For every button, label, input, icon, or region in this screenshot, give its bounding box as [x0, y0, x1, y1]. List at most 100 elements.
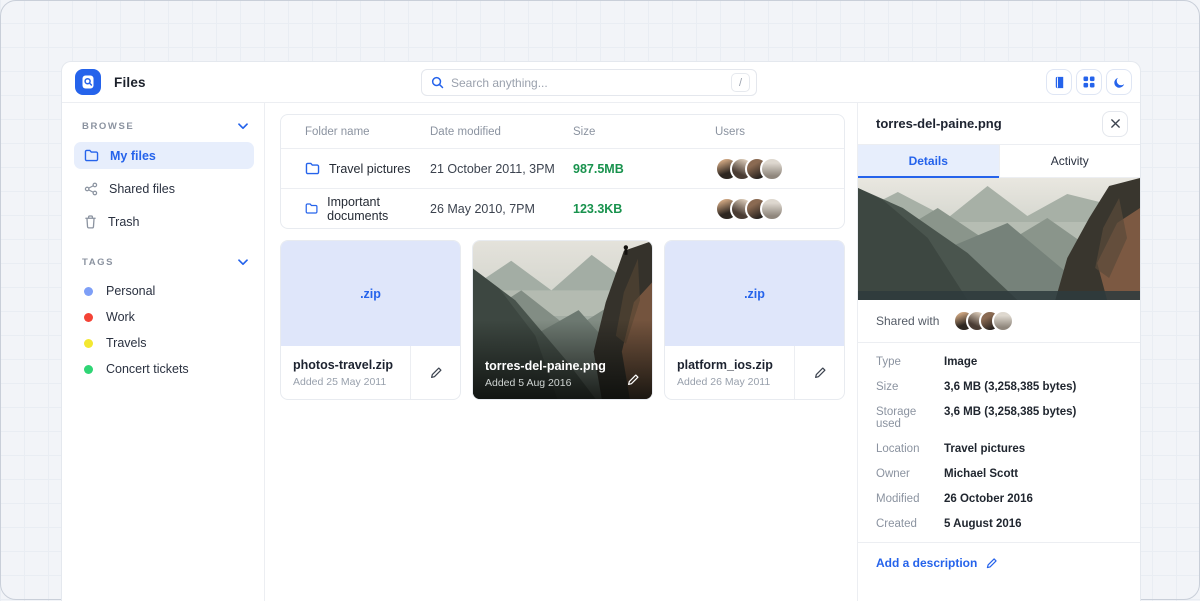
page-title: Files	[114, 75, 146, 90]
file-name: torres-del-paine.png	[485, 359, 626, 373]
avatar	[992, 310, 1014, 332]
date-modified: 26 May 2010, 7PM	[430, 202, 573, 216]
edit-button[interactable]	[794, 346, 844, 399]
tag-color-dot	[84, 365, 93, 374]
sidebar-item-label: Trash	[108, 215, 140, 229]
folder-icon	[84, 149, 99, 162]
detail-row-size: Size 3,6 MB (3,258,385 bytes)	[876, 381, 1122, 393]
tag-color-dot	[84, 339, 93, 348]
table-header-row: Folder name Date modified Size Users	[281, 115, 844, 148]
sidebar-item-trash[interactable]: Trash	[74, 208, 254, 235]
pencil-icon	[985, 557, 998, 570]
tag-color-dot	[84, 313, 93, 322]
column-header: Folder name	[305, 126, 430, 138]
detail-row-location: Location Travel pictures	[876, 443, 1122, 455]
zip-preview: .zip	[665, 241, 844, 346]
detail-row-modified: Modified 26 October 2016	[876, 493, 1122, 505]
topbar-actions	[1046, 69, 1132, 95]
chevron-down-icon[interactable]	[238, 123, 248, 130]
tab-details[interactable]: Details	[858, 145, 999, 178]
tag-color-dot	[84, 287, 93, 296]
file-preview-image	[858, 178, 1140, 300]
folder-name: Travel pictures	[329, 162, 411, 176]
pencil-icon	[626, 373, 640, 387]
folder-size: 987.5MB	[573, 162, 715, 176]
file-name: photos-travel.zip	[293, 358, 398, 372]
file-added-date: Added 26 May 2011	[677, 376, 782, 388]
folder-icon	[305, 202, 318, 215]
detail-row-storage-used: Storage used 3,6 MB (3,258,385 bytes)	[876, 406, 1122, 430]
sidebar: BROWSE My files Shared	[62, 103, 265, 601]
sidebar-section-tags[interactable]: TAGS	[74, 253, 254, 272]
close-icon[interactable]	[1102, 111, 1128, 137]
main-content: Folder name Date modified Size Users Tra…	[265, 103, 857, 601]
detail-row-created: Created 5 August 2016	[876, 518, 1122, 530]
chevron-down-icon[interactable]	[238, 259, 248, 266]
sidebar-section-browse[interactable]: BROWSE	[74, 117, 254, 136]
folders-table: Folder name Date modified Size Users Tra…	[280, 114, 845, 229]
file-added-date: Added 5 Aug 2016	[485, 377, 626, 389]
column-header: Date modified	[430, 126, 573, 138]
date-modified: 21 October 2011, 3PM	[430, 162, 573, 176]
grid-icon[interactable]	[1076, 69, 1102, 95]
file-card-platform-ios[interactable]: .zip platform_ios.zip Added 26 May 2011	[664, 240, 845, 400]
avatar	[760, 197, 784, 221]
tag-label: Personal	[106, 284, 155, 298]
share-icon	[84, 182, 98, 196]
sidebar-item-my-files[interactable]: My files	[74, 142, 254, 169]
search-shortcut-key: /	[731, 73, 750, 92]
file-cards: .zip photos-travel.zip Added 25 May 2011	[280, 240, 845, 400]
edit-button[interactable]	[626, 373, 640, 389]
zip-preview: .zip	[281, 241, 460, 346]
search-bar[interactable]: /	[421, 69, 757, 96]
users-avatars	[715, 197, 844, 221]
folder-size: 123.3KB	[573, 202, 715, 216]
pencil-icon	[429, 366, 443, 380]
shared-with-row: Shared with	[858, 300, 1140, 343]
tag-label: Work	[106, 310, 135, 324]
trash-icon	[84, 215, 97, 229]
tags-section-label: TAGS	[82, 257, 114, 268]
detail-row-type: Type Image	[876, 356, 1122, 368]
app-window: Files /	[61, 61, 1141, 601]
search-icon	[431, 76, 444, 89]
avatar	[760, 157, 784, 181]
file-card-torres-del-paine[interactable]: torres-del-paine.png Added 5 Aug 2016	[472, 240, 653, 400]
browse-section-label: BROWSE	[82, 121, 134, 132]
top-bar: Files /	[62, 62, 1140, 103]
tag-label: Travels	[106, 336, 147, 350]
edit-button[interactable]	[410, 346, 460, 399]
sidebar-item-label: My files	[110, 149, 156, 163]
shared-with-label: Shared with	[876, 314, 939, 328]
sidebar-item-shared-files[interactable]: Shared files	[74, 175, 254, 202]
search-input[interactable]	[451, 76, 731, 90]
tag-item-work[interactable]: Work	[74, 304, 254, 330]
shared-with-avatars[interactable]	[953, 310, 1014, 332]
file-name: platform_ios.zip	[677, 358, 782, 372]
tab-activity[interactable]: Activity	[999, 145, 1141, 178]
app-logo-icon	[75, 69, 101, 95]
table-row[interactable]: Travel pictures 21 October 2011, 3PM 987…	[281, 148, 844, 188]
tag-item-travels[interactable]: Travels	[74, 330, 254, 356]
tag-item-concert-tickets[interactable]: Concert tickets	[74, 356, 254, 382]
add-description-button[interactable]: Add a description	[858, 543, 1140, 583]
folder-name: Important documents	[327, 195, 430, 223]
table-row[interactable]: Important documents 26 May 2010, 7PM 123…	[281, 188, 844, 228]
panel-tabs: Details Activity	[858, 145, 1140, 178]
detail-row-owner: Owner Michael Scott	[876, 468, 1122, 480]
column-header: Size	[573, 126, 715, 138]
book-icon[interactable]	[1046, 69, 1072, 95]
sidebar-item-label: Shared files	[109, 182, 175, 196]
tag-item-personal[interactable]: Personal	[74, 278, 254, 304]
tag-label: Concert tickets	[106, 362, 189, 376]
file-card-photos-travel[interactable]: .zip photos-travel.zip Added 25 May 2011	[280, 240, 461, 400]
column-header: Users	[715, 126, 844, 138]
file-details-list: Type Image Size 3,6 MB (3,258,385 bytes)…	[858, 343, 1140, 543]
pencil-icon	[813, 366, 827, 380]
panel-title: torres-del-paine.png	[876, 116, 1002, 131]
details-panel: torres-del-paine.png Details Activity	[857, 103, 1140, 601]
users-avatars	[715, 157, 844, 181]
file-added-date: Added 25 May 2011	[293, 376, 398, 388]
folder-icon	[305, 162, 320, 175]
moon-icon[interactable]	[1106, 69, 1132, 95]
